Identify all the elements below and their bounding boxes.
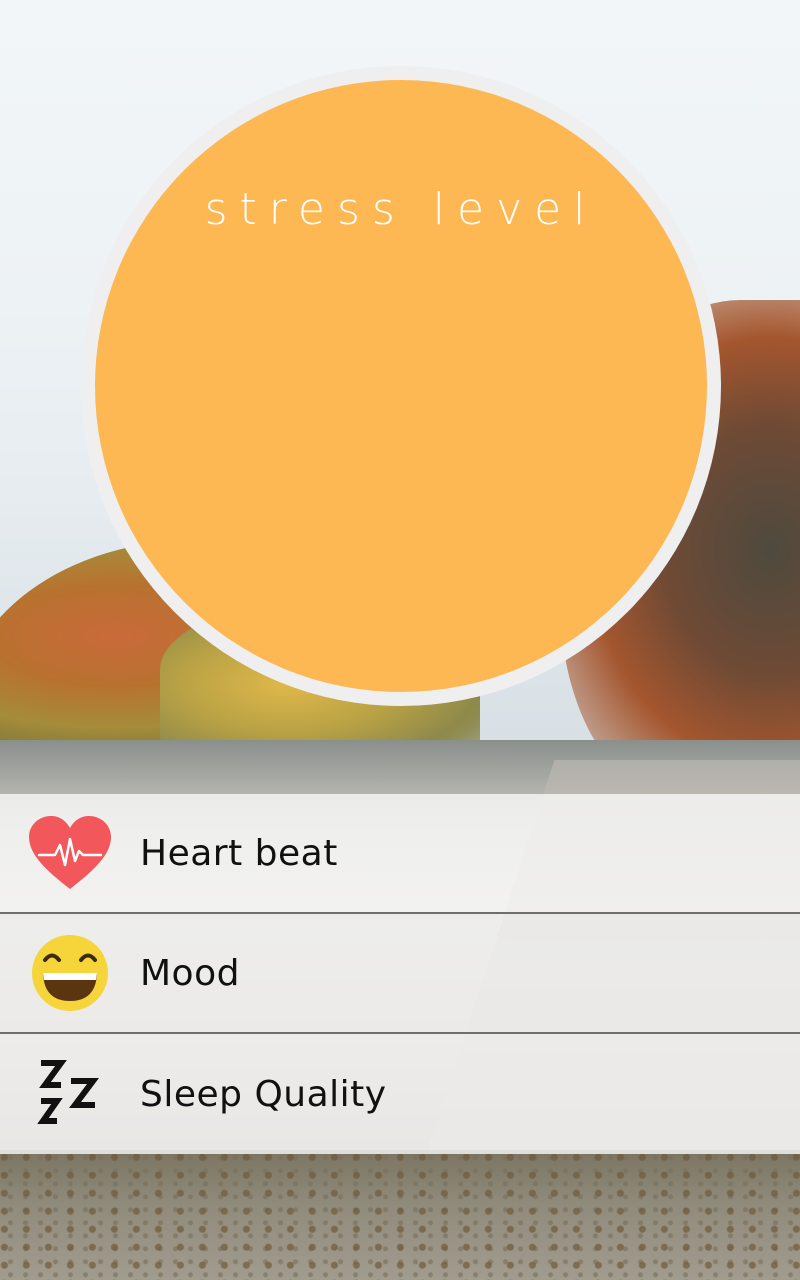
metric-row-heart-beat[interactable]: Heart beat (0, 794, 800, 914)
metrics-list: Heart beat Mood Sleep Quality (0, 794, 800, 1154)
metric-row-mood[interactable]: Mood (0, 914, 800, 1034)
grinning-face-icon (0, 914, 140, 1032)
stress-level-title: stress level (204, 184, 598, 235)
metric-row-sleep-quality[interactable]: Sleep Quality (0, 1034, 800, 1154)
zzz-sleep-icon (0, 1035, 140, 1153)
metric-label-mood: Mood (140, 952, 240, 994)
stress-level-circle[interactable] (95, 80, 707, 692)
gravel (0, 1150, 800, 1280)
metric-label-heart-beat: Heart beat (140, 832, 338, 874)
heart-beat-icon (0, 794, 140, 912)
metric-label-sleep-quality: Sleep Quality (140, 1073, 387, 1115)
